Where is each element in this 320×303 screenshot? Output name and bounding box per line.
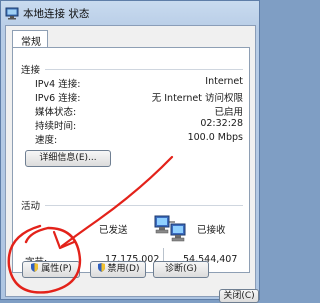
title-bar: 本地连接 状态 xyxy=(1,1,259,25)
properties-button[interactable]: 属性(P) xyxy=(22,261,80,278)
close-button[interactable]: 关闭(C) xyxy=(219,289,259,303)
diagnose-button[interactable]: 诊断(G) xyxy=(153,261,209,278)
window-title: 本地连接 状态 xyxy=(23,8,90,20)
network-computers-icon xyxy=(153,214,189,242)
shield-icon xyxy=(30,263,39,272)
divider xyxy=(45,205,243,206)
network-status-icon xyxy=(5,5,19,20)
details-button[interactable]: 详细信息(E)... xyxy=(25,150,111,167)
media-state-value: 已启用 xyxy=(214,107,243,118)
speed-value: 100.0 Mbps xyxy=(187,132,243,143)
disable-button[interactable]: 禁用(D) xyxy=(90,261,146,278)
connection-heading: 连接 xyxy=(21,65,41,76)
duration-label: 持续时间: xyxy=(35,121,77,132)
properties-button-label: 属性(P) xyxy=(41,264,72,274)
sent-label: 已发送 xyxy=(99,225,128,236)
tab-general[interactable]: 常规 xyxy=(12,30,48,48)
general-tab-page: 连接 IPv4 连接: Internet IPv6 连接: 无 Internet… xyxy=(12,47,250,273)
media-state-label: 媒体状态: xyxy=(35,107,77,118)
activity-heading: 活动 xyxy=(21,201,41,212)
shield-icon xyxy=(97,263,106,272)
ipv4-value: Internet xyxy=(205,76,243,87)
divider xyxy=(45,69,243,70)
duration-value: 02:32:28 xyxy=(200,118,243,129)
status-window: 本地连接 状态 常规 连接 IPv4 连接: Internet IPv6 连接:… xyxy=(0,0,260,303)
disable-button-label: 禁用(D) xyxy=(107,264,140,274)
speed-label: 速度: xyxy=(35,135,58,146)
dialog-body: 常规 连接 IPv4 连接: Internet IPv6 连接: 无 Inter… xyxy=(5,25,256,297)
received-label: 已接收 xyxy=(197,225,226,236)
ipv6-value: 无 Internet 访问权限 xyxy=(151,93,243,104)
ipv4-label: IPv4 连接: xyxy=(35,79,81,90)
ipv6-label: IPv6 连接: xyxy=(35,93,81,104)
